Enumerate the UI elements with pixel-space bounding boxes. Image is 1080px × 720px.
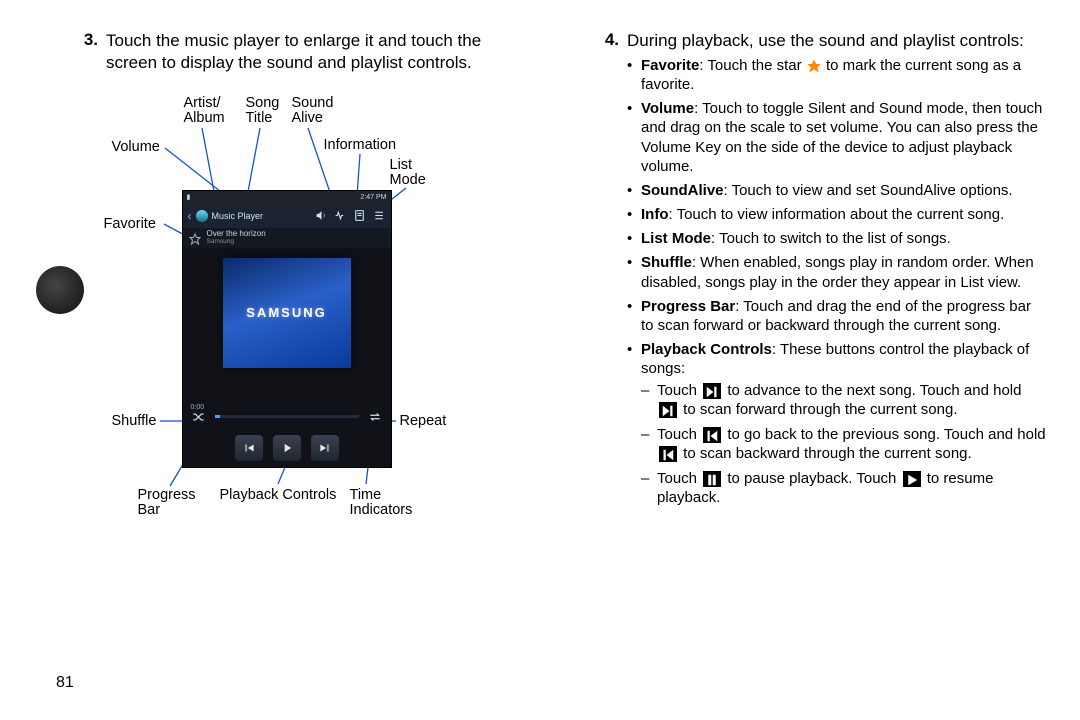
album-logo: SAMSUNG <box>246 305 326 320</box>
bullet-shuffle: Shuffle: When enabled, songs play in ran… <box>627 253 1046 291</box>
music-app-icon <box>196 210 208 222</box>
playback-sublist: Touch to advance to the next song. Touch… <box>641 381 1046 508</box>
dash-next: Touch to advance to the next song. Touch… <box>641 381 1046 420</box>
app-title: Music Player <box>212 211 264 221</box>
bullet-progress: Progress Bar: Touch and drag the end of … <box>627 297 1046 335</box>
previous-icon <box>659 446 677 462</box>
app-top-bar: ‹ Music Player <box>183 204 391 228</box>
dash-prev: Touch to go back to the previous song. T… <box>641 425 1046 464</box>
music-player-screenshot: ▮ 2:47 PM ‹ Music Player <box>183 191 391 467</box>
player-figure: Volume Favorite Shuffle Progress Bar Art… <box>60 88 500 548</box>
label-list-mode: List Mode <box>390 158 426 188</box>
step-number: 4. <box>591 30 619 513</box>
favorite-star-icon[interactable] <box>189 232 201 244</box>
step-text: Touch the music player to enlarge it and… <box>106 30 525 74</box>
next-button[interactable] <box>311 435 339 461</box>
label-song-title: Song Title <box>246 96 280 126</box>
dash-pause: Touch to pause playback. Touch to resume… <box>641 469 1046 508</box>
step-3: 3. Touch the music player to enlarge it … <box>34 30 525 74</box>
shuffle-icon[interactable] <box>191 411 207 423</box>
song-subtitle: Samsung <box>207 238 266 245</box>
song-title: Over the horizon <box>207 230 266 239</box>
song-strip: Over the horizon Samsung <box>183 228 391 248</box>
label-volume: Volume <box>112 140 160 155</box>
label-progress-bar: Progress Bar <box>138 488 196 518</box>
label-sound-alive: Sound Alive <box>292 96 334 126</box>
label-playback-controls: Playback Controls <box>220 488 337 503</box>
step-text: During playback, use the sound and playl… <box>627 31 1024 50</box>
star-icon <box>806 58 822 74</box>
controls-list: Favorite: Touch the star to mark the cur… <box>627 56 1046 508</box>
control-row <box>183 409 391 425</box>
next-icon <box>703 383 721 399</box>
bullet-info: Info: Touch to view information about th… <box>627 205 1046 224</box>
label-favorite: Favorite <box>104 217 156 232</box>
left-column: 3. Touch the music player to enlarge it … <box>34 30 545 720</box>
status-time: 2:47 PM <box>360 194 386 201</box>
next-icon <box>659 402 677 418</box>
bullet-listmode: List Mode: Touch to switch to the list o… <box>627 229 1046 248</box>
right-column: 4. During playback, use the sound and pl… <box>545 30 1046 720</box>
manual-page: 3. Touch the music player to enlarge it … <box>0 0 1080 720</box>
back-icon[interactable]: ‹ <box>188 209 192 223</box>
status-left: ▮ <box>187 193 191 201</box>
status-bar: ▮ 2:47 PM <box>183 191 391 204</box>
info-icon[interactable] <box>352 208 367 223</box>
label-time-indicators: Time Indicators <box>350 488 413 518</box>
play-icon <box>903 471 921 487</box>
repeat-icon[interactable] <box>367 411 383 423</box>
step-number: 3. <box>70 30 98 74</box>
album-disc <box>36 266 84 314</box>
soundalive-icon[interactable] <box>333 208 348 223</box>
bullet-volume: Volume: Touch to toggle Silent and Sound… <box>627 99 1046 176</box>
list-mode-icon[interactable] <box>371 208 386 223</box>
previous-button[interactable] <box>235 435 263 461</box>
album-art[interactable]: SAMSUNG <box>223 258 351 368</box>
play-button[interactable] <box>273 435 301 461</box>
label-shuffle: Shuffle <box>112 414 157 429</box>
bullet-soundalive: SoundAlive: Touch to view and set SoundA… <box>627 181 1046 200</box>
step-4: 4. During playback, use the sound and pl… <box>555 30 1046 513</box>
label-artist-album: Artist/ Album <box>184 96 225 126</box>
page-number: 81 <box>56 674 74 692</box>
pause-icon <box>703 471 721 487</box>
bullet-playback: Playback Controls: These buttons control… <box>627 340 1046 507</box>
progress-bar[interactable] <box>215 415 359 418</box>
label-repeat: Repeat <box>400 414 447 429</box>
label-information: Information <box>324 138 397 153</box>
previous-icon <box>703 427 721 443</box>
playback-buttons <box>235 435 339 461</box>
volume-icon[interactable] <box>314 208 329 223</box>
bullet-favorite: Favorite: Touch the star to mark the cur… <box>627 56 1046 94</box>
